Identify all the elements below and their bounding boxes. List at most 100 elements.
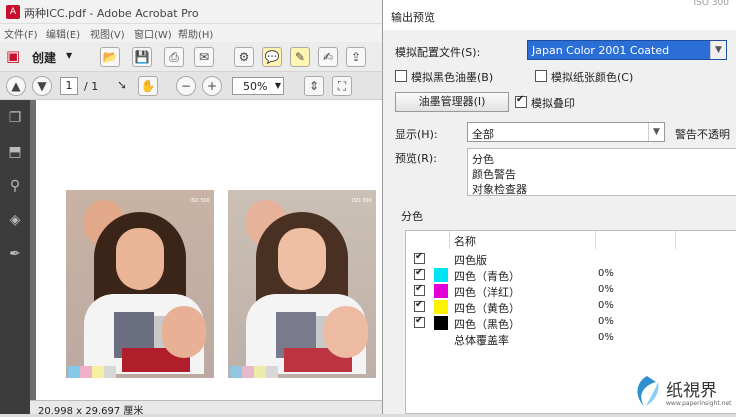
table-row[interactable]: 四色版: [406, 251, 736, 267]
navigation-toolbar: ▲ ▼ 1 / 1 ➘ ✋ − + 50% ▼ ⇕ ⛶: [0, 72, 382, 100]
full-screen-icon[interactable]: ⛶: [332, 76, 352, 96]
sim-paper-color-label: 模拟纸张颜色(C): [551, 71, 634, 84]
menu-file[interactable]: 文件(F): [4, 26, 38, 41]
email-icon[interactable]: ✉: [194, 47, 214, 67]
sim-black-ink-label: 模拟黑色油墨(B): [411, 71, 494, 84]
sign-icon[interactable]: ✍: [318, 47, 338, 67]
color-swatch: [266, 366, 278, 378]
photo-right: ISO 300: [228, 190, 376, 378]
zoom-out-icon[interactable]: −: [176, 76, 196, 96]
show-select[interactable]: 全部 ▼: [467, 122, 665, 142]
ink-percent: 0%: [598, 300, 614, 311]
acrobat-logo-icon: A: [6, 5, 20, 19]
prev-page-icon[interactable]: ▲: [6, 76, 26, 96]
color-swatch: [254, 366, 266, 378]
row-checkbox[interactable]: [414, 283, 425, 296]
main-toolbar: ▣ 创建 ▼ 📂 💾 ⎙ ✉ ⚙ 💬 ✎ ✍ ⇪: [0, 42, 382, 72]
sim-paper-color-checkbox[interactable]: [535, 70, 547, 82]
ink-swatch: [434, 268, 448, 282]
highlight-icon[interactable]: ✎: [290, 47, 310, 67]
page-total: / 1: [84, 80, 99, 93]
table-row[interactable]: 四色（洋红） 0%: [406, 283, 736, 299]
attachment-icon[interactable]: ⚲: [6, 178, 24, 196]
photo-badge: ISO 300: [190, 198, 210, 204]
pdf-page: ISO 300 ISO 300: [36, 100, 382, 400]
comment-icon[interactable]: 💬: [262, 47, 282, 67]
sim-overprint-label: 模拟叠印: [531, 97, 575, 110]
signature-icon[interactable]: ✒: [6, 246, 24, 264]
ink-name: 四色版: [454, 254, 487, 267]
preview-option-color-warnings[interactable]: 颜色警告: [472, 166, 516, 182]
select-cursor-icon[interactable]: ➘: [112, 76, 132, 96]
preview-option-separations[interactable]: 分色: [472, 151, 494, 167]
table-row: 总体覆盖率 0%: [406, 331, 736, 347]
fit-page-icon[interactable]: ⇕: [304, 76, 324, 96]
iso-badge: ISO 300: [693, 0, 730, 8]
menu-window[interactable]: 窗口(W): [134, 26, 172, 41]
color-swatch: [230, 366, 242, 378]
chevron-down-icon: ▼: [710, 41, 726, 59]
navigation-pane: ❐ ⬒ ⚲ ◈ ✒: [0, 100, 30, 414]
row-checkbox[interactable]: [414, 251, 425, 264]
watermark-name: 纸視界: [666, 381, 717, 401]
warning-opacity-label: 警告不透明: [675, 128, 730, 141]
ink-swatch: [434, 300, 448, 314]
ink-percent: 0%: [598, 284, 614, 295]
paperinsight-logo-icon: [637, 376, 659, 406]
sim-black-ink-checkbox[interactable]: [395, 70, 407, 82]
next-page-icon[interactable]: ▼: [32, 76, 52, 96]
row-checkbox[interactable]: [414, 299, 425, 312]
create-label: 创建: [32, 51, 57, 65]
menu-view[interactable]: 视图(V): [90, 26, 125, 41]
layers-icon[interactable]: ◈: [6, 212, 24, 230]
create-pdf-icon: ▣: [6, 47, 21, 65]
menu-edit[interactable]: 编辑(E): [46, 26, 80, 41]
watermark: 纸視界 www.paperinsight.net: [630, 372, 736, 414]
table-row[interactable]: 四色（青色） 0%: [406, 267, 736, 283]
ink-swatch: [434, 284, 448, 298]
row-checkbox[interactable]: [414, 267, 425, 280]
status-bar: 20.998 x 29.697 厘米: [30, 400, 382, 417]
total-coverage-label: 总体覆盖率: [454, 334, 509, 347]
preview-label: 预览(R):: [395, 152, 437, 165]
sim-profile-label: 模拟配置文件(S):: [395, 46, 481, 59]
zoom-select[interactable]: 50% ▼: [232, 77, 284, 95]
row-checkbox[interactable]: [414, 315, 425, 328]
preview-option-object-inspector[interactable]: 对象检查器: [472, 181, 527, 197]
page-number-input[interactable]: 1: [60, 77, 78, 95]
open-folder-icon[interactable]: 📂: [100, 47, 120, 67]
color-swatch: [242, 366, 254, 378]
output-preview-dialog: 输出预览 ISO 300 模拟配置文件(S): Japan Color 2001…: [382, 0, 736, 414]
share-icon[interactable]: ⇪: [346, 47, 366, 67]
ink-name: 四色（洋红）: [454, 286, 520, 299]
dialog-title: 输出预览: [391, 11, 435, 24]
ink-name: 四色（黑色）: [454, 318, 520, 331]
gear-icon[interactable]: ⚙: [234, 47, 254, 67]
zoom-in-icon[interactable]: +: [202, 76, 222, 96]
watermark-url: www.paperinsight.net: [666, 400, 732, 407]
ink-name: 四色（青色）: [454, 270, 520, 283]
color-swatch: [104, 366, 116, 378]
save-icon[interactable]: 💾: [132, 47, 152, 67]
sim-overprint-checkbox[interactable]: [515, 94, 527, 108]
column-header-name[interactable]: 名称: [450, 231, 596, 249]
menu-bar: 文件(F) 编辑(E) 视图(V) 窗口(W) 帮助(H): [0, 24, 382, 42]
table-row[interactable]: 四色（黄色） 0%: [406, 299, 736, 315]
print-icon[interactable]: ⎙: [164, 47, 184, 67]
ink-percent: 0%: [598, 268, 614, 279]
bookmark-icon[interactable]: ⬒: [6, 144, 24, 162]
ink-manager-button[interactable]: 油墨管理器(I): [395, 92, 509, 112]
total-coverage-percent: 0%: [598, 332, 614, 343]
page-dimensions: 20.998 x 29.697 厘米: [38, 406, 144, 417]
create-button[interactable]: ▣ 创建 ▼: [6, 47, 74, 67]
sim-profile-value: Japan Color 2001 Coated: [532, 44, 670, 57]
hand-tool-icon[interactable]: ✋: [138, 76, 158, 96]
zoom-value: 50%: [243, 80, 268, 93]
ink-percent: 0%: [598, 316, 614, 327]
pages-icon[interactable]: ❐: [6, 110, 24, 128]
window-title: 两种ICC.pdf - Adobe Acrobat Pro: [24, 7, 199, 20]
show-label: 显示(H):: [395, 128, 438, 141]
sim-profile-select[interactable]: Japan Color 2001 Coated ▼: [527, 40, 727, 60]
menu-help[interactable]: 帮助(H): [178, 26, 213, 41]
table-row[interactable]: 四色（黑色） 0%: [406, 315, 736, 331]
